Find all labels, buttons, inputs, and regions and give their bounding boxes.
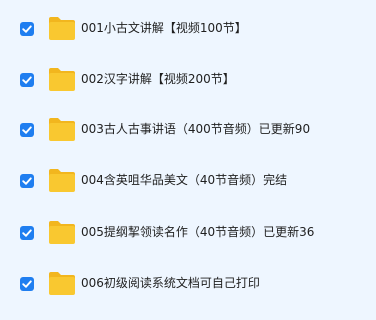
file-list: 001小古文讲解【视频100节】 002汉字讲解【视频200节】 003古人古事… — [0, 0, 376, 320]
file-name[interactable]: 002汉字讲解【视频200节】 — [81, 71, 235, 87]
list-item[interactable]: 001小古文讲解【视频100节】 — [0, 9, 376, 49]
folder-icon — [49, 169, 75, 192]
checkbox[interactable] — [20, 73, 34, 87]
checkbox[interactable] — [20, 123, 34, 137]
list-item[interactable]: 006初级阅读系统文档可自己打印 — [0, 264, 376, 304]
list-item[interactable]: 002汉字讲解【视频200节】 — [0, 60, 376, 100]
list-item[interactable]: 004含英咀华品美文（40节音频）完结 — [0, 161, 376, 201]
checkmark-icon — [22, 25, 32, 33]
checkmark-icon — [22, 229, 32, 237]
folder-icon — [49, 272, 75, 295]
folder-icon — [49, 17, 75, 40]
checkbox[interactable] — [20, 22, 34, 36]
file-name[interactable]: 004含英咀华品美文（40节音频）完结 — [81, 172, 287, 188]
file-name[interactable]: 005提纲挈领读名作（40节音频）已更新36 — [81, 224, 314, 240]
checkmark-icon — [22, 126, 32, 134]
file-name[interactable]: 003古人古事讲语（400节音频）已更新90 — [81, 121, 310, 137]
list-item[interactable]: 005提纲挈领读名作（40节音频）已更新36 — [0, 213, 376, 253]
checkbox[interactable] — [20, 277, 34, 291]
checkbox[interactable] — [20, 226, 34, 240]
folder-icon — [49, 118, 75, 141]
folder-icon — [49, 68, 75, 91]
checkmark-icon — [22, 280, 32, 288]
file-name[interactable]: 006初级阅读系统文档可自己打印 — [81, 275, 260, 291]
checkmark-icon — [22, 76, 32, 84]
list-item[interactable]: 003古人古事讲语（400节音频）已更新90 — [0, 110, 376, 150]
checkmark-icon — [22, 177, 32, 185]
folder-icon — [49, 221, 75, 244]
checkbox[interactable] — [20, 174, 34, 188]
file-name[interactable]: 001小古文讲解【视频100节】 — [81, 20, 247, 36]
